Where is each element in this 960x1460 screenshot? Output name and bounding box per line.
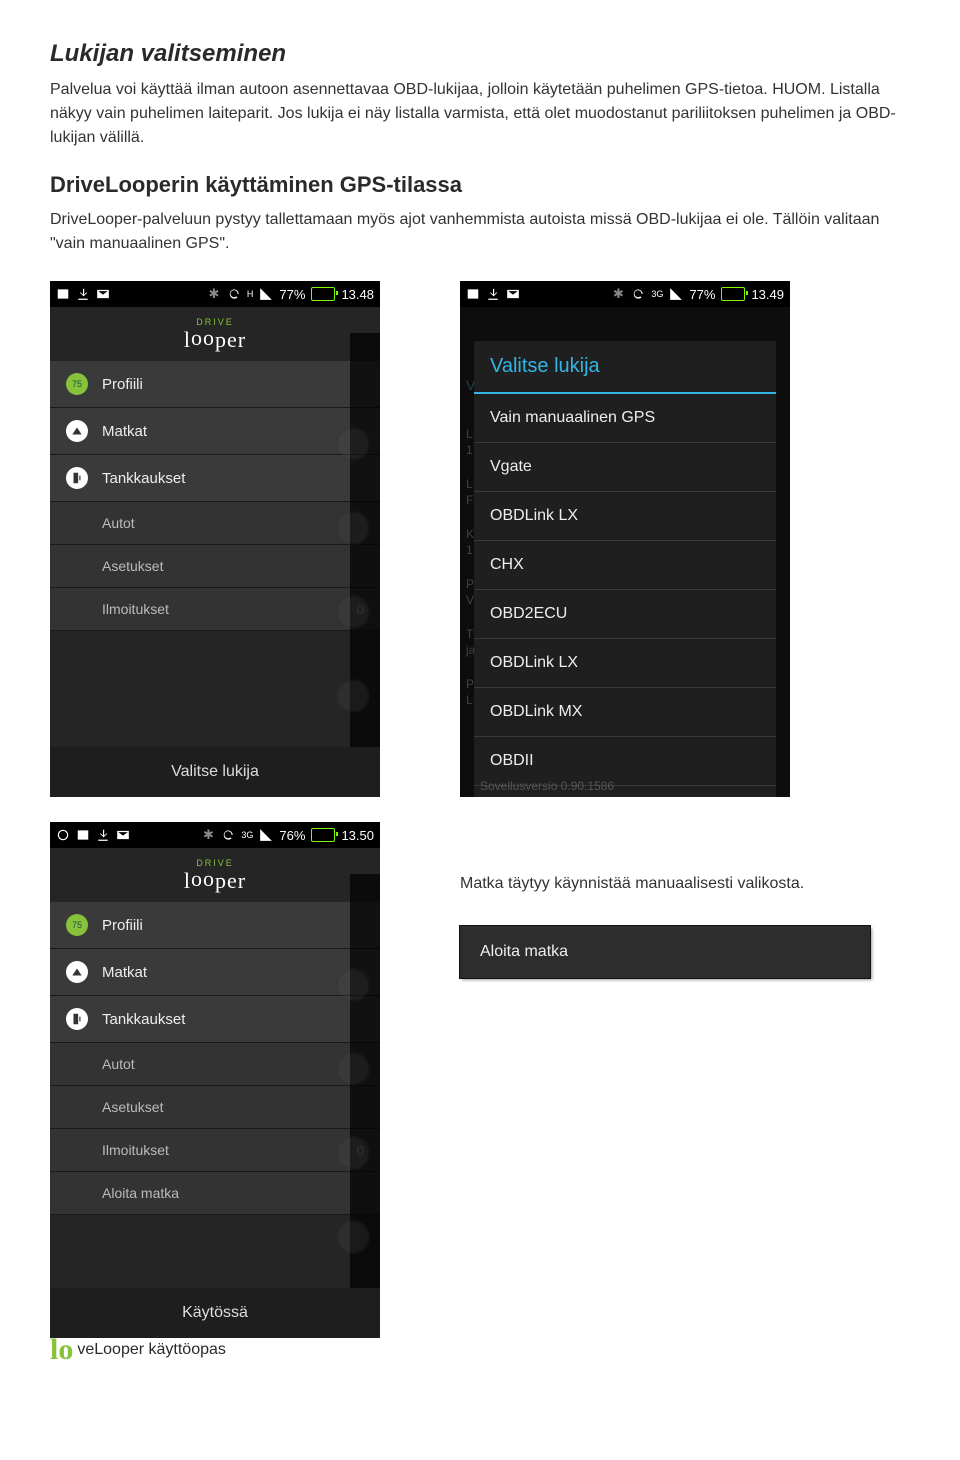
reader-option[interactable]: OBDLink LX — [474, 492, 776, 541]
network-type: 3G — [241, 830, 253, 840]
signal-icon — [259, 287, 273, 301]
menu-item-cars[interactable]: Autot — [50, 1043, 380, 1086]
battery-icon — [721, 287, 745, 301]
app-brand: DRIVE looper — [50, 307, 380, 357]
trips-icon — [66, 420, 88, 442]
screenshot-menu: ✱ H 77% 13.48 DRIVE looper 75Profiili Ma… — [50, 281, 380, 797]
menu-item-fuel[interactable]: Tankkaukset — [50, 455, 380, 502]
menu-item-profile[interactable]: 75Profiili — [50, 902, 380, 949]
sync-icon — [227, 287, 241, 301]
circle-icon — [56, 828, 70, 842]
section-paragraph: Palvelua voi käyttää ilman autoon asenne… — [50, 78, 910, 150]
start-trip-button[interactable]: Aloita matka — [460, 926, 870, 978]
reader-option[interactable]: OBD2ECU — [474, 590, 776, 639]
download-icon — [486, 287, 500, 301]
menu-item-fuel[interactable]: Tankkaukset — [50, 996, 380, 1043]
screenshot-dialog: ✱ 3G 77% 13.49 V L 1 L F K 1 P V T ja P … — [460, 281, 790, 797]
fuel-icon — [66, 1008, 88, 1030]
mail-icon — [96, 287, 110, 301]
reader-option[interactable]: OBDLink LX — [474, 639, 776, 688]
subsection-heading: DriveLooperin käyttäminen GPS-tilassa — [50, 172, 910, 198]
battery-percent: 77% — [689, 287, 715, 302]
android-status-bar: ✱ 3G 77% 13.49 — [460, 281, 790, 307]
menu-item-notifications[interactable]: Ilmoitukset0 — [50, 1129, 380, 1172]
background-decoration — [336, 968, 370, 1254]
reader-option[interactable]: OBDLink MX — [474, 688, 776, 737]
android-status-bar: ✱ H 77% 13.48 — [50, 281, 380, 307]
network-type: 3G — [651, 289, 663, 299]
app-brand: DRIVE looper — [50, 848, 380, 898]
brand-text: l — [184, 327, 191, 352]
screenshot-menu-start: ✱ 3G 76% 13.50 DRIVE looper 75Profiili M… — [50, 822, 380, 1338]
trips-icon — [66, 961, 88, 983]
menu-item-settings[interactable]: Asetukset — [50, 1086, 380, 1129]
profile-icon: 75 — [66, 373, 88, 395]
image-icon — [466, 287, 480, 301]
battery-percent: 76% — [279, 828, 305, 843]
battery-percent: 77% — [279, 287, 305, 302]
mail-icon — [506, 287, 520, 301]
download-icon — [96, 828, 110, 842]
bluetooth-icon: ✱ — [611, 287, 625, 301]
instruction-text: Matka täytyy käynnistää manuaalisesti va… — [460, 872, 910, 896]
android-status-bar: ✱ 3G 76% 13.50 — [50, 822, 380, 848]
sync-icon — [631, 287, 645, 301]
reader-option[interactable]: Vain manuaalinen GPS — [474, 394, 776, 443]
image-icon — [56, 287, 70, 301]
image-icon — [76, 828, 90, 842]
signal-icon — [259, 828, 273, 842]
sync-icon — [221, 828, 235, 842]
mail-icon — [116, 828, 130, 842]
menu-item-trips[interactable]: Matkat — [50, 949, 380, 996]
bluetooth-icon: ✱ — [207, 287, 221, 301]
footer-text: veLooper käyttöopas — [77, 1341, 226, 1359]
battery-icon — [311, 287, 335, 301]
signal-icon — [669, 287, 683, 301]
fuel-icon — [66, 467, 88, 489]
in-use-button[interactable]: Käytössä — [50, 1288, 380, 1338]
section-paragraph: DriveLooper-palveluun pystyy tallettamaa… — [50, 208, 910, 256]
download-icon — [76, 287, 90, 301]
battery-icon — [311, 828, 335, 842]
background-decoration — [336, 427, 370, 713]
dialog-title: Valitse lukija — [474, 341, 776, 394]
dialog-select-reader: Valitse lukija Vain manuaalinen GPS Vgat… — [474, 341, 776, 797]
footer-logo-fragment: lo — [50, 1333, 73, 1367]
profile-icon: 75 — [66, 914, 88, 936]
clock: 13.48 — [341, 287, 374, 302]
menu-item-cars[interactable]: Autot — [50, 502, 380, 545]
bluetooth-icon: ✱ — [201, 828, 215, 842]
menu-item-profile[interactable]: 75Profiili — [50, 361, 380, 408]
network-type: H — [247, 289, 254, 299]
section-heading: Lukijan valitseminen — [50, 40, 910, 68]
menu-item-start-trip[interactable]: Aloita matka — [50, 1172, 380, 1215]
menu-item-notifications[interactable]: Ilmoitukset0 — [50, 588, 380, 631]
clock: 13.49 — [751, 287, 784, 302]
menu-item-settings[interactable]: Asetukset — [50, 545, 380, 588]
reader-option[interactable]: Vgate — [474, 443, 776, 492]
select-reader-button[interactable]: Valitse lukija — [50, 747, 380, 797]
reader-option[interactable]: CHX — [474, 541, 776, 590]
app-version: Sovellusversio 0.90.1586 — [480, 779, 614, 793]
menu-item-trips[interactable]: Matkat — [50, 408, 380, 455]
clock: 13.50 — [341, 828, 374, 843]
